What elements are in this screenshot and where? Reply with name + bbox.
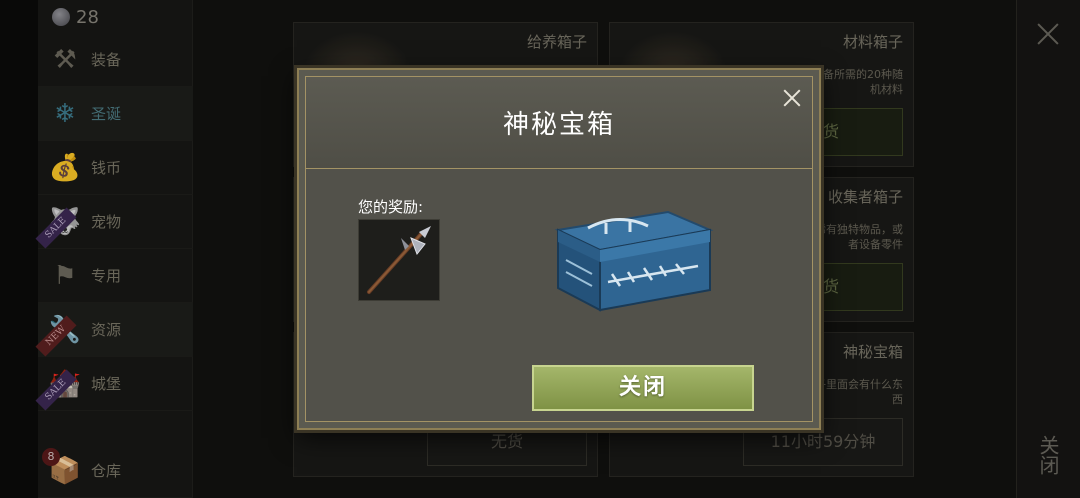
reward-item-slot[interactable] bbox=[358, 219, 440, 301]
shop-screen: 28 ⚒ 装备 ❄ 圣诞 💰 钱币 🐺 SALE 宠物 ⚑ 专用 🔧 NEW 资… bbox=[0, 0, 1080, 498]
modal-title: 神秘宝箱 bbox=[502, 110, 615, 140]
reward-label: 您的奖励: bbox=[358, 198, 424, 216]
mystery-chest-icon bbox=[554, 210, 714, 312]
modal-close-icon[interactable] bbox=[782, 88, 802, 108]
modal-close-button[interactable]: 关闭 bbox=[532, 365, 754, 411]
halberd-icon bbox=[367, 226, 431, 294]
